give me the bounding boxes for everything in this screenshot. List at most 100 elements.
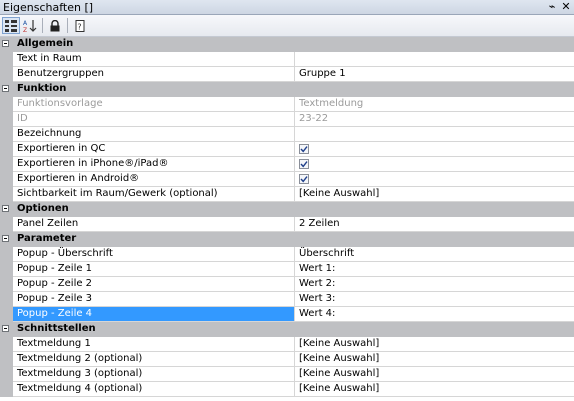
property-value[interactable]: Wert 3: — [295, 292, 574, 307]
property-name[interactable]: Textmeldung 1 — [13, 337, 295, 352]
property-name[interactable]: Exportieren in iPhone®/iPad® — [13, 157, 295, 172]
property-row[interactable]: Textmeldung 4 (optional) [Keine Auswahl] — [0, 382, 574, 397]
property-name[interactable]: Funktionsvorlage — [13, 97, 295, 112]
category-label: Parameter — [17, 233, 77, 244]
property-row[interactable]: Popup - Zeile 4 Wert 4: — [0, 307, 574, 322]
property-value[interactable]: Gruppe 1 — [295, 67, 574, 82]
property-name[interactable]: Popup - Zeile 1 — [13, 262, 295, 277]
property-name[interactable]: Textmeldung 3 (optional) — [13, 367, 295, 382]
property-value[interactable]: [Keine Auswahl] — [295, 367, 574, 382]
property-value[interactable]: [Keine Auswahl] — [295, 352, 574, 367]
categorized-view-button[interactable] — [2, 17, 20, 34]
property-row[interactable]: ID 23-22 — [0, 112, 574, 127]
row-margin — [0, 172, 13, 187]
title-bar: Eigenschaften [] ⌁ ✕ — [0, 0, 574, 15]
property-name[interactable]: Benutzergruppen — [13, 67, 295, 82]
svg-text:?: ? — [77, 22, 81, 31]
collapse-toggle-icon[interactable] — [2, 205, 9, 212]
row-margin — [0, 97, 13, 112]
checkbox[interactable] — [299, 174, 309, 184]
category-row[interactable]: Schnittstellen — [0, 322, 574, 337]
property-value[interactable] — [295, 157, 574, 172]
lock-icon — [50, 19, 60, 31]
property-pages-button[interactable]: ? — [71, 17, 89, 34]
property-value[interactable]: Textmeldung — [295, 97, 574, 112]
property-grid: Allgemein Text in Raum Benutzergruppen Grup… — [0, 37, 574, 397]
property-pages-icon: ? — [75, 19, 85, 32]
property-row[interactable]: Textmeldung 2 (optional) [Keine Auswahl] — [0, 352, 574, 367]
property-name[interactable]: Popup - Überschrift — [13, 247, 295, 262]
property-name[interactable]: Textmeldung 2 (optional) — [13, 352, 295, 367]
property-name[interactable]: Exportieren in QC — [13, 142, 295, 157]
property-row[interactable]: Exportieren in iPhone®/iPad® — [0, 157, 574, 172]
collapse-toggle-icon[interactable] — [2, 85, 9, 92]
property-name[interactable]: Popup - Zeile 4 — [13, 307, 295, 322]
row-margin — [0, 157, 13, 172]
property-row[interactable]: Exportieren in Android® — [0, 172, 574, 187]
category-label: Allgemein — [17, 38, 74, 49]
toolbar: A Z ? — [0, 15, 574, 37]
property-value[interactable]: Wert 4: — [295, 307, 574, 322]
property-row[interactable]: Sichtbarkeit im Raum/Gewerk (optional) [K… — [0, 187, 574, 202]
property-value[interactable]: Wert 2: — [295, 277, 574, 292]
property-value[interactable]: 23-22 — [295, 112, 574, 127]
property-value[interactable] — [295, 142, 574, 157]
lock-button[interactable] — [46, 17, 64, 34]
property-row[interactable]: Exportieren in QC — [0, 142, 574, 157]
svg-text:A: A — [23, 20, 28, 27]
property-name[interactable]: Sichtbarkeit im Raum/Gewerk (optional) — [13, 187, 295, 202]
property-row[interactable]: Popup - Zeile 2 Wert 2: — [0, 277, 574, 292]
checkmark-icon — [300, 161, 308, 168]
property-value[interactable] — [295, 52, 574, 67]
row-margin — [0, 277, 13, 292]
checkbox[interactable] — [299, 159, 309, 169]
property-value[interactable]: Überschrift — [295, 247, 574, 262]
property-row[interactable]: Text in Raum — [0, 52, 574, 67]
property-value[interactable]: [Keine Auswahl] — [295, 187, 574, 202]
property-row[interactable]: Bezeichnung — [0, 127, 574, 142]
property-value[interactable]: 2 Zeilen — [295, 217, 574, 232]
property-row[interactable]: Benutzergruppen Gruppe 1 — [0, 67, 574, 82]
property-row[interactable]: Popup - Überschrift Überschrift — [0, 247, 574, 262]
property-value[interactable] — [295, 172, 574, 187]
row-margin — [0, 142, 13, 157]
category-row[interactable]: Allgemein — [0, 37, 574, 52]
category-row[interactable]: Optionen — [0, 202, 574, 217]
property-name[interactable]: Exportieren in Android® — [13, 172, 295, 187]
property-name[interactable]: Panel Zeilen — [13, 217, 295, 232]
toolbar-separator — [67, 18, 68, 33]
category-row[interactable]: Funktion — [0, 82, 574, 97]
property-name[interactable]: ID — [13, 112, 295, 127]
collapse-toggle-icon[interactable] — [2, 40, 9, 47]
category-label: Funktion — [17, 83, 67, 94]
property-row[interactable]: Popup - Zeile 3 Wert 3: — [0, 292, 574, 307]
row-margin — [0, 217, 13, 232]
property-value[interactable]: Wert 1: — [295, 262, 574, 277]
row-margin — [0, 52, 13, 67]
property-row[interactable]: Panel Zeilen 2 Zeilen — [0, 217, 574, 232]
property-name[interactable]: Bezeichnung — [13, 127, 295, 142]
row-margin — [0, 127, 13, 142]
close-icon[interactable]: ✕ — [560, 0, 572, 13]
property-name[interactable]: Text in Raum — [13, 52, 295, 67]
property-value[interactable]: [Keine Auswahl] — [295, 337, 574, 352]
property-name[interactable]: Textmeldung 4 (optional) — [13, 382, 295, 397]
property-row[interactable]: Textmeldung 3 (optional) [Keine Auswahl] — [0, 367, 574, 382]
collapse-toggle-icon[interactable] — [2, 325, 9, 332]
collapse-toggle-icon[interactable] — [2, 235, 9, 242]
property-name[interactable]: Popup - Zeile 2 — [13, 277, 295, 292]
alphabetical-sort-button[interactable]: A Z — [21, 17, 39, 34]
property-name[interactable]: Popup - Zeile 3 — [13, 292, 295, 307]
category-row[interactable]: Parameter — [0, 232, 574, 247]
row-margin — [0, 67, 13, 82]
row-margin — [0, 247, 13, 262]
checkbox[interactable] — [299, 144, 309, 154]
property-value[interactable] — [295, 127, 574, 142]
alphabetical-sort-icon: A Z — [23, 19, 37, 33]
property-value[interactable]: [Keine Auswahl] — [295, 382, 574, 397]
property-row[interactable]: Textmeldung 1 [Keine Auswahl] — [0, 337, 574, 352]
property-row[interactable]: Funktionsvorlage Textmeldung — [0, 97, 574, 112]
row-margin — [0, 367, 13, 382]
property-row[interactable]: Popup - Zeile 1 Wert 1: — [0, 262, 574, 277]
pin-icon[interactable]: ⌁ — [546, 0, 558, 13]
